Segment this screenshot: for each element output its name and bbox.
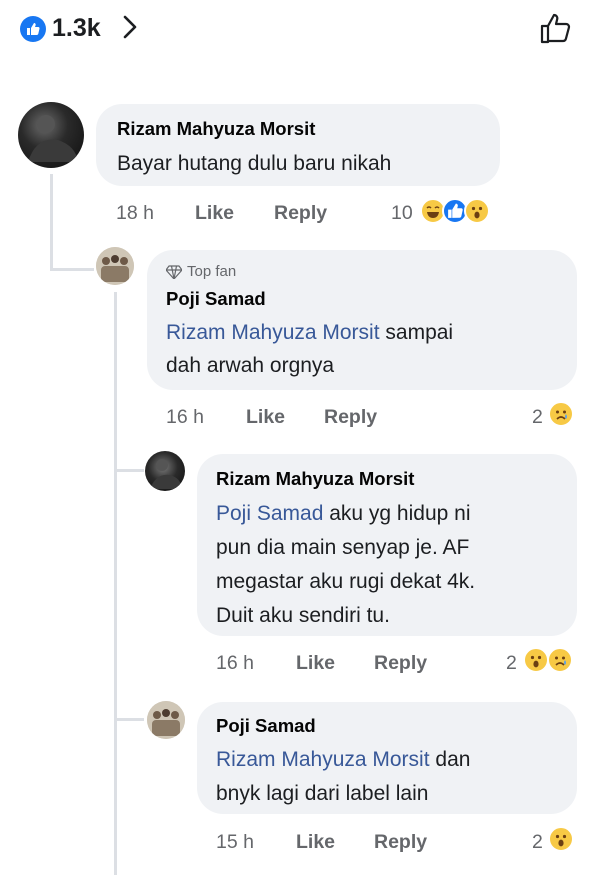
comment-text-line: megastar aku rugi dekat 4k. [216,570,476,593]
chevron-right-icon[interactable] [120,12,140,42]
comment-text-line: pun dia main senyap je. AF [216,536,470,559]
reaction-count[interactable]: 2 [506,652,517,675]
reaction-icons[interactable] [420,198,506,226]
like-icon[interactable] [538,10,574,46]
comment-timestamp[interactable]: 16 h [166,406,204,428]
reaction-icons[interactable] [523,647,579,675]
comment-text-line: bnyk lagi dari label lain [216,782,429,805]
comment-timestamp[interactable]: 18 h [116,202,154,224]
sad-emoji-icon [547,647,573,673]
reaction-icons[interactable] [548,401,578,429]
avatar[interactable] [147,701,185,739]
thread-line [50,268,94,271]
like-link[interactable]: Like [296,831,335,854]
comment-author[interactable]: Poji Samad [216,715,316,737]
mention-link[interactable]: Rizam Mahyuza Morsit [216,748,430,771]
comment-text-line: Duit aku sendiri tu. [216,604,390,627]
reply-link[interactable]: Reply [374,831,427,854]
comment-text: Rizam Mahyuza Morsit sampai [166,316,453,349]
reaction-count[interactable]: 1.3k [52,14,101,43]
mention-link[interactable]: Poji Samad [216,502,323,525]
like-link[interactable]: Like [195,202,234,225]
thread-line [114,292,117,875]
like-reaction-icon[interactable] [20,16,46,42]
reaction-count[interactable]: 10 [391,202,413,225]
comment-author[interactable]: Poji Samad [166,288,266,310]
reaction-icons[interactable] [548,826,578,854]
avatar[interactable] [18,102,84,168]
comment-text-part: dan [429,748,471,771]
reaction-count[interactable]: 2 [532,831,543,854]
comment-text-line: dah arwah orgnya [166,354,335,377]
mention-link[interactable]: Rizam Mahyuza Morsit [166,321,380,344]
comment-author[interactable]: Rizam Mahyuza Morsit [117,118,315,140]
top-fan-badge: Top fan [166,263,236,280]
diamond-icon [166,264,182,279]
comment-text: Bayar hutang dulu baru nikah [117,152,392,175]
wow-emoji-icon [523,647,549,673]
comment-timestamp[interactable]: 16 h [216,652,254,674]
reply-link[interactable]: Reply [274,202,327,225]
sad-emoji-icon [548,401,574,427]
avatar[interactable] [145,451,185,491]
avatar[interactable] [96,247,134,285]
comment-text-part: sampai [379,321,454,344]
like-link[interactable]: Like [296,652,335,675]
comment-text: Rizam Mahyuza Morsit dan [216,743,470,776]
comment-author[interactable]: Rizam Mahyuza Morsit [216,468,414,490]
comment-timestamp[interactable]: 15 h [216,831,254,853]
reply-link[interactable]: Reply [324,406,377,429]
comment-text: Poji Samad aku yg hidup ni [216,497,471,530]
top-fan-label: Top fan [187,263,237,280]
wow-emoji-icon [548,826,574,852]
thread-line [114,718,144,721]
reaction-count[interactable]: 2 [532,406,543,429]
wow-emoji-icon [464,198,490,224]
like-link[interactable]: Like [246,406,285,429]
thread-line [114,469,144,472]
comment-text-part: aku yg hidup ni [323,502,471,525]
thread-line [50,174,53,270]
reply-link[interactable]: Reply [374,652,427,675]
